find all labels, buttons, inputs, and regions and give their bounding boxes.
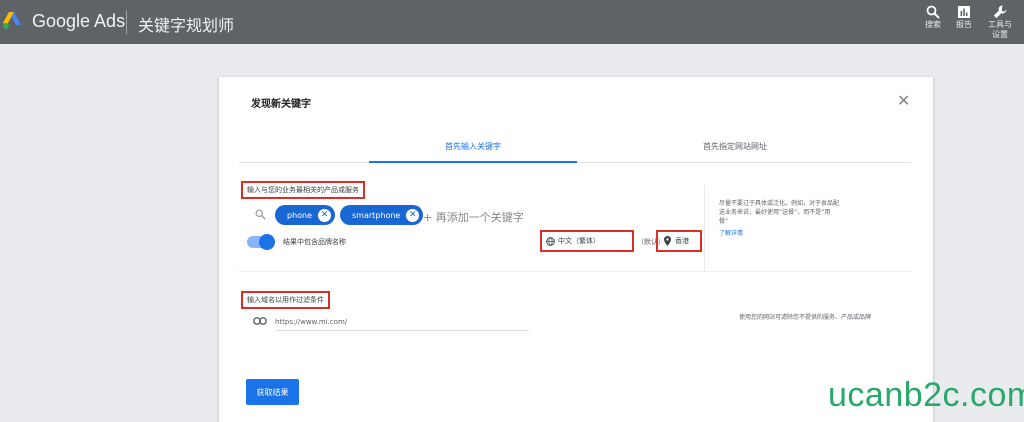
discover-keywords-dialog: 发现新关键字 ✕ 首先输入关键字 首先指定网站网址 输入与您的业务最相关的产品或… (219, 77, 933, 422)
chip-label: smartphone (352, 210, 401, 220)
tab-start-with-keywords[interactable]: 首先输入关键字 (369, 141, 577, 163)
location-pin-icon (664, 236, 671, 246)
include-brands-toggle[interactable] (247, 234, 275, 250)
domain-section-label: 输入域名以用作过滤条件 (241, 291, 330, 309)
keyword-help-text: 尽量不要过于具体或泛化。例如，对于食品配送业务来说，最好使用“送餐”，而不是“用… (719, 200, 840, 225)
wrench-icon (993, 5, 1007, 19)
location-selector[interactable]: 香港 (656, 230, 702, 252)
top-bar: Google Ads 关键字规划师 搜索 报告 工具与 设置 (0, 0, 1024, 44)
add-keyword-input[interactable]: + 再添加一个关键字 (423, 209, 524, 225)
include-brands-label: 结果中包含品牌名称 (283, 238, 346, 246)
app-title: 关键字规划师 (138, 16, 235, 35)
reports-label: 报告 (956, 20, 972, 29)
learn-more-link[interactable]: 了解详情 (719, 228, 743, 237)
domain-help-text: 使用您的网站可滤除您不提供的服务、产品或品牌 (739, 314, 872, 321)
section-divider (239, 271, 911, 272)
search-icon (255, 209, 266, 220)
close-icon[interactable]: ✕ (897, 91, 910, 110)
link-icon (253, 317, 267, 325)
domain-url-input[interactable] (275, 313, 529, 331)
get-results-button[interactable]: 获取结果 (246, 379, 299, 405)
chip-remove-icon[interactable]: ✕ (318, 208, 332, 222)
watermark-text: ucanb2c.com (828, 376, 1024, 414)
chip-label: phone (287, 210, 313, 220)
language-value: 中文（繁体） (558, 237, 600, 245)
dialog-title: 发现新关键字 (251, 99, 311, 110)
keyword-section-label: 输入与您的业务最相关的产品或服务 (241, 181, 365, 199)
language-selector[interactable]: 中文（繁体） (540, 230, 634, 252)
search-icon (926, 5, 940, 19)
tools-settings-button[interactable]: 工具与 设置 (982, 5, 1018, 40)
keyword-chip-phone[interactable]: phone ✕ (275, 205, 336, 225)
tab-start-with-website[interactable]: 首先指定网站网址 (631, 141, 839, 163)
toggle-knob (259, 234, 275, 250)
brand-name: Google Ads (32, 11, 126, 31)
chip-remove-icon[interactable]: ✕ (406, 208, 420, 222)
header-divider (126, 10, 127, 34)
bar-chart-icon (958, 6, 970, 18)
location-value: 香港 (675, 237, 689, 245)
help-divider (704, 185, 705, 271)
reports-button[interactable]: 报告 (946, 5, 982, 30)
google-ads-logo-icon (3, 12, 21, 29)
tools-label-line1: 工具与 (988, 20, 1012, 29)
globe-icon (546, 236, 555, 246)
tools-label-line2: 设置 (992, 30, 1008, 39)
tab-bar: 首先输入关键字 首先指定网站网址 (239, 135, 911, 163)
keyword-chip-smartphone[interactable]: smartphone ✕ (340, 205, 424, 225)
